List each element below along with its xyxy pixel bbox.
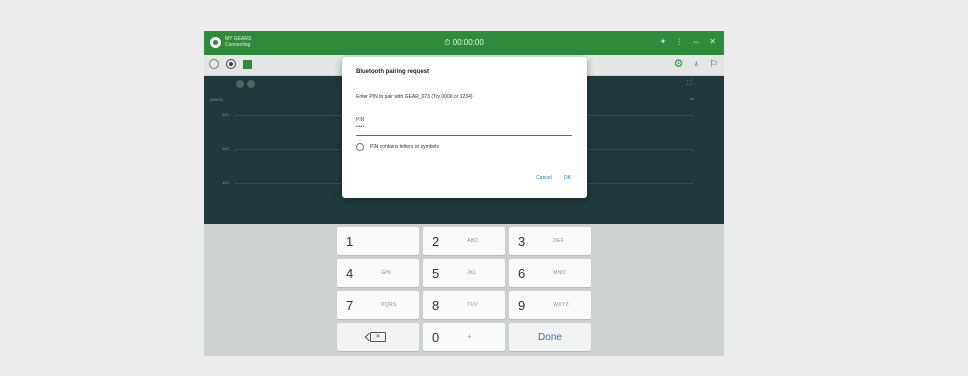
session-timer: ⏱ 00:00:00 [444,38,484,47]
letters-option[interactable]: PIN contains letters or symbols [356,143,439,151]
dialog-title: Bluetooth pairing request [356,69,430,75]
chart-control-icon[interactable] [236,80,244,88]
key-5[interactable]: 5 JKL [423,259,505,287]
swap-icon[interactable]: ⇔ [692,37,700,46]
record-icon[interactable] [209,59,219,69]
app-bar-actions: ✦ ⋮ ⇔ ✕ [660,37,716,46]
ok-button[interactable]: OK [564,175,571,181]
backspace-icon: ✕ [370,332,386,342]
app-bar: MY GEARS Connecting ⏱ 00:00:00 ✦ ⋮ ⇔ ✕ [204,31,724,55]
chart-control-icon[interactable] [247,80,255,88]
chart-view-icon[interactable] [243,59,252,69]
y-tick-label: 300 [222,112,229,117]
pin-input[interactable]: •••• [356,124,365,130]
key-9[interactable]: 9 WXYZ [509,291,591,319]
key-8[interactable]: 8 TUV [423,291,505,319]
key-3[interactable]: 3 DEF [509,227,591,255]
more-icon[interactable]: ⋮ [675,37,683,46]
cancel-button[interactable]: Cancel [536,175,552,181]
mute-icon[interactable]: ⚐ [709,59,718,70]
key-1[interactable]: 1 [337,227,419,255]
key-0[interactable]: 0 + [423,323,505,351]
expand-icon[interactable]: ⛶ [687,80,692,88]
backspace-key[interactable]: ✕ [337,323,419,351]
bluetooth-icon[interactable]: ✦ [660,37,667,46]
done-key[interactable]: Done [509,323,591,351]
user-icon[interactable]: ♁ [693,59,701,70]
key-2[interactable]: 2 ABC [423,227,505,255]
letters-option-label: PIN contains letters or symbols [370,144,439,150]
pin-label: PIN [356,117,365,123]
key-6[interactable]: 6 MNO [509,259,591,287]
close-icon[interactable]: ✕ [709,37,716,46]
y-tick-label: 100 [222,180,229,185]
settings-icon[interactable]: ⚙ [674,59,684,70]
bluetooth-pairing-dialog: Bluetooth pairing request Enter PIN to p… [342,57,587,198]
chart-right-label: n/l [689,96,694,101]
dialog-message: Enter PIN to pair with GEAR_073 (Try 000… [356,94,473,100]
y-tick-label: 200 [222,146,229,151]
pin-input-underline [356,135,572,136]
chart-unit-label: [W/KG] [210,97,223,102]
key-7[interactable]: 7 PQRS [337,291,419,319]
target-icon[interactable] [226,59,236,69]
numeric-keyboard: 1 2 ABC 3 DEF 4 GHI 5 JKL 6 MNO 7 PQRS 8 TUV 9W… [204,224,724,356]
letters-checkbox[interactable] [356,143,364,151]
key-4[interactable]: 4 GHI [337,259,419,287]
